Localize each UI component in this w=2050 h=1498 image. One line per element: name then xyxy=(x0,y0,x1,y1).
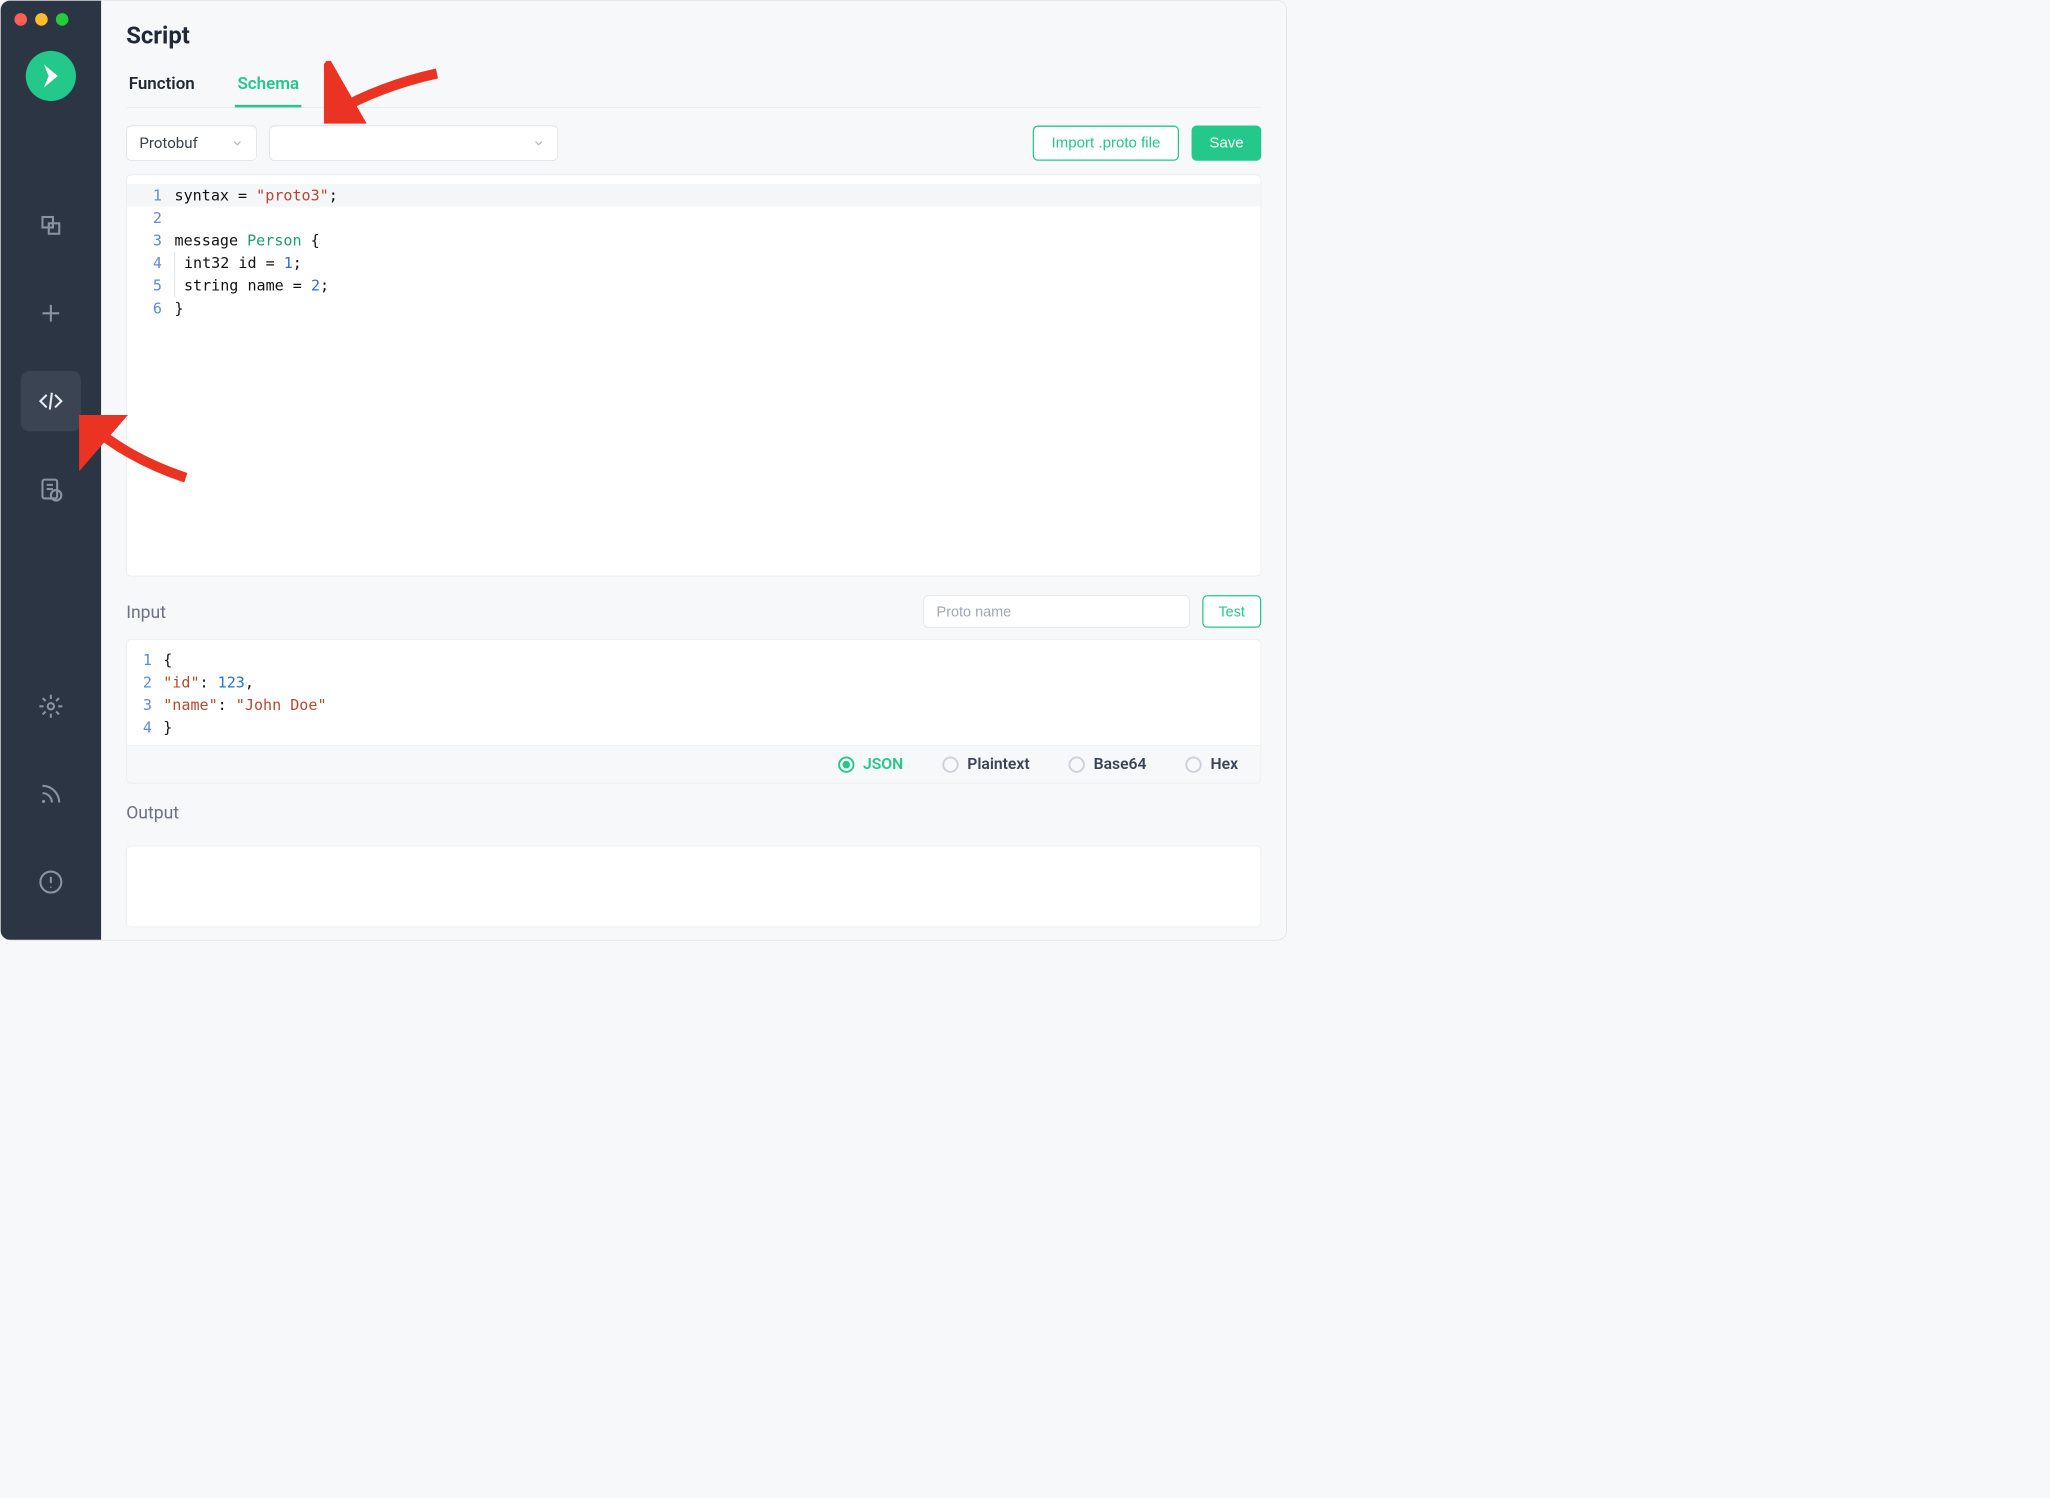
encoding-base64[interactable]: Base64 xyxy=(1069,755,1147,773)
rss-icon xyxy=(38,782,63,807)
maximize-icon[interactable] xyxy=(56,13,69,26)
radio-icon xyxy=(942,756,958,772)
logo-icon xyxy=(37,62,65,90)
tab-bar: Function Schema xyxy=(126,73,1261,108)
output-header: Output xyxy=(126,802,1261,823)
app-logo[interactable] xyxy=(26,51,76,101)
save-button[interactable]: Save xyxy=(1192,126,1261,161)
page-title: Script xyxy=(126,22,1261,50)
sidebar-item-copy[interactable] xyxy=(21,195,81,255)
plus-icon xyxy=(38,301,63,326)
radio-icon xyxy=(1069,756,1085,772)
output-editor[interactable] xyxy=(126,846,1261,928)
encoding-radio-group: JSON Plaintext Base64 Hex xyxy=(126,746,1261,784)
chevron-down-icon xyxy=(231,137,244,150)
sidebar-item-schedule[interactable] xyxy=(21,459,81,519)
encoding-json[interactable]: JSON xyxy=(838,755,903,773)
main-content: Script Function Schema Protobuf Import .… xyxy=(101,1,1286,940)
test-button[interactable]: Test xyxy=(1202,595,1261,628)
app-window: Script Function Schema Protobuf Import .… xyxy=(0,0,1287,940)
sidebar-item-feed[interactable] xyxy=(21,764,81,824)
input-header: Input Test xyxy=(126,595,1261,628)
input-editor[interactable]: 1{ 2"id": 123, 3"name": "John Doe" 4} xyxy=(126,639,1261,746)
tab-schema[interactable]: Schema xyxy=(235,73,302,107)
minimize-icon[interactable] xyxy=(35,13,48,26)
format-select-value: Protobuf xyxy=(139,134,197,152)
chevron-down-icon xyxy=(532,137,545,150)
encoding-hex[interactable]: Hex xyxy=(1185,755,1238,773)
sidebar-item-settings[interactable] xyxy=(21,676,81,736)
proto-name-input[interactable] xyxy=(923,595,1189,628)
radio-icon xyxy=(1185,756,1201,772)
input-title: Input xyxy=(126,601,911,622)
schema-toolbar: Protobuf Import .proto file Save xyxy=(126,126,1261,161)
output-title: Output xyxy=(126,802,1261,823)
radio-icon xyxy=(838,756,854,772)
document-clock-icon xyxy=(38,477,63,502)
sidebar-item-script[interactable] xyxy=(21,371,81,431)
format-select[interactable]: Protobuf xyxy=(126,126,257,161)
sidebar-item-new[interactable] xyxy=(21,283,81,343)
sidebar xyxy=(1,1,101,940)
settings-icon xyxy=(38,694,63,719)
copy-icon xyxy=(38,213,63,238)
schema-editor[interactable]: 1syntax = "proto3"; 2 3message Person { … xyxy=(126,175,1261,577)
import-proto-button[interactable]: Import .proto file xyxy=(1033,126,1180,161)
tab-function[interactable]: Function xyxy=(126,73,197,107)
sidebar-item-alert[interactable] xyxy=(21,852,81,912)
close-icon[interactable] xyxy=(14,13,27,26)
alert-icon xyxy=(38,870,63,895)
window-controls xyxy=(14,13,68,26)
encoding-plaintext[interactable]: Plaintext xyxy=(942,755,1029,773)
code-icon xyxy=(38,389,63,414)
secondary-select[interactable] xyxy=(269,126,558,161)
